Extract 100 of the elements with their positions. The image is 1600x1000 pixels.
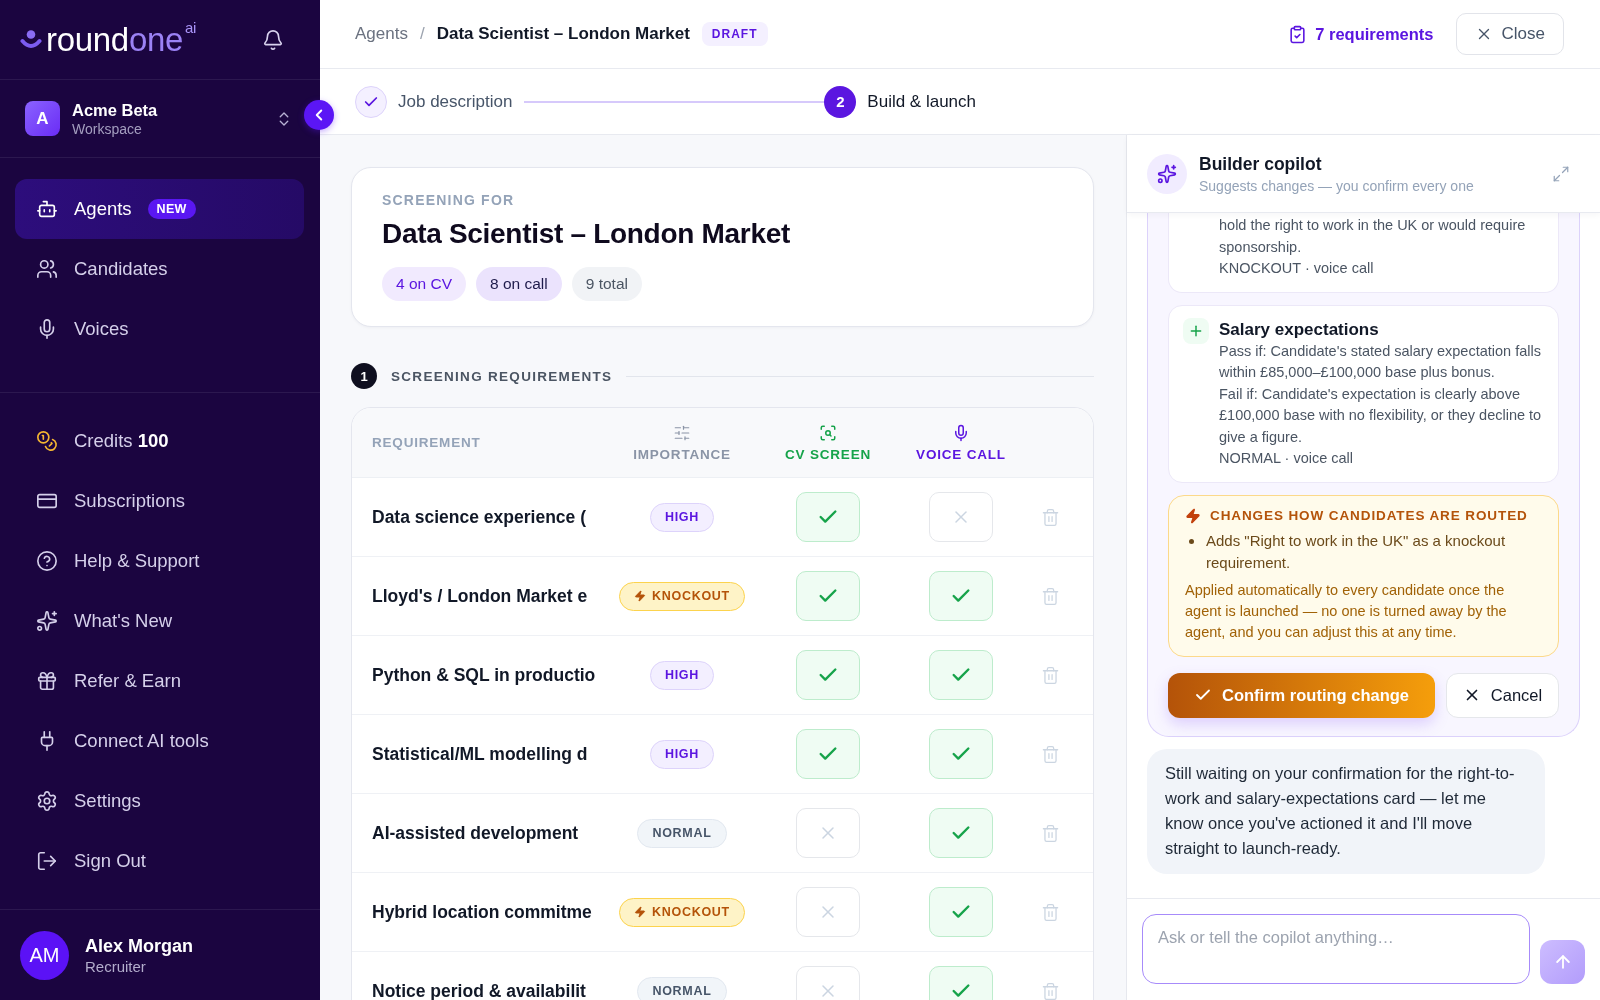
checkbox[interactable] <box>796 808 860 858</box>
column-header: VOICE CALL <box>916 446 1006 462</box>
section-title: SCREENING REQUIREMENTS <box>391 368 613 384</box>
requirement-name: Data science experience ( <box>372 506 587 528</box>
card-text: Fail if: Candidate's expectation is clearly above £100,000 base with no flexibility, or they decline to give a figure. <box>1219 384 1543 447</box>
close-button[interactable]: Close <box>1455 13 1564 55</box>
checkbox[interactable] <box>929 650 993 700</box>
notice-note: Applied automatically to every candidate once the agent is launched — no one is turned away by the agent, and you can adjust this at any time. <box>1185 580 1508 642</box>
user-name: Alex Morgan <box>85 935 194 957</box>
requirement-name: Python & SQL in productio <box>372 664 597 686</box>
bell-icon[interactable] <box>262 28 284 51</box>
trash-icon[interactable] <box>1041 981 1060 1000</box>
checkbox[interactable] <box>929 492 993 542</box>
importance-badge[interactable]: HIGH <box>649 502 715 532</box>
importance-badge[interactable]: NORMAL <box>637 818 727 848</box>
nav-item[interactable]: Sign Out <box>15 831 304 891</box>
importance-badge[interactable]: HIGH <box>649 660 715 690</box>
step-number[interactable]: 2 <box>824 85 857 118</box>
checkbox[interactable] <box>929 571 993 621</box>
logo-icon <box>20 29 42 50</box>
checkbox[interactable] <box>796 650 860 700</box>
workspace-label: Workspace <box>72 120 143 137</box>
count-chip: 4 on CV <box>382 267 466 301</box>
checkbox[interactable] <box>929 729 993 779</box>
scan-icon <box>819 423 837 442</box>
nav-item[interactable]: Voices <box>15 299 304 359</box>
column-header: CV SCREEN <box>785 446 871 462</box>
panel-subtitle: Suggests changes — you confirm every one <box>1199 177 1474 194</box>
help-icon <box>36 550 58 572</box>
checkbox[interactable] <box>796 492 860 542</box>
importance-badge[interactable]: KNOCKOUT <box>619 581 745 611</box>
bolt-icon <box>634 590 647 602</box>
panel-title: Builder copilot <box>1199 153 1323 175</box>
trash-icon[interactable] <box>1041 823 1060 843</box>
column-header: IMPORTANCE <box>633 446 731 462</box>
column-header: REQUIREMENT <box>372 435 482 450</box>
checkbox[interactable] <box>796 887 860 937</box>
settings-icon <box>36 790 58 812</box>
nav-item[interactable]: Connect AI tools <box>15 711 304 771</box>
requirement-name: Statistical/ML modelling d <box>372 743 589 765</box>
bolt-icon <box>634 906 647 918</box>
requirement-name: Notice period & availabilit <box>372 980 587 1000</box>
workspace-avatar: A <box>25 101 60 136</box>
section-number: 1 <box>351 363 377 389</box>
new-badge: NEW <box>147 199 196 219</box>
trash-icon[interactable] <box>1041 586 1060 606</box>
card-title: Salary expectations <box>1219 318 1380 341</box>
card-tag: NORMAL · voice call <box>1219 448 1544 470</box>
notice-title: CHANGES HOW CANDIDATES ARE ROUTED <box>1210 508 1528 523</box>
trash-icon[interactable] <box>1041 665 1060 685</box>
plus-icon <box>1183 317 1209 344</box>
requirement-name: AI-assisted development <box>372 822 580 844</box>
nav-item[interactable]: Subscriptions <box>15 471 304 531</box>
nav-item[interactable]: Help & Support <box>15 531 304 591</box>
checkbox[interactable] <box>929 808 993 858</box>
trash-icon[interactable] <box>1041 507 1060 527</box>
expand-icon[interactable] <box>1552 164 1570 183</box>
count-chip: 9 total <box>571 267 642 301</box>
card-text: Pass if: Candidate's stated salary expectation falls within £85,000–£100,000 base plus bonus. <box>1219 341 1542 382</box>
microphone-icon <box>952 423 970 442</box>
nav-item[interactable]: Refer & Earn <box>15 651 304 711</box>
breadcrumb-link[interactable]: Agents <box>355 24 408 44</box>
bullet-dot-icon <box>1189 538 1194 544</box>
gift-icon <box>36 670 58 692</box>
job-title: Data Scientist – London Market <box>382 217 791 251</box>
cancel-button[interactable]: Cancel <box>1446 672 1559 718</box>
breadcrumb-separator: / <box>419 24 425 44</box>
breadcrumb-current: Data Scientist – London Market <box>436 24 690 44</box>
step-label[interactable]: Job description <box>398 91 513 112</box>
trash-icon[interactable] <box>1041 744 1060 764</box>
workspace-name: Acme Beta <box>72 100 158 120</box>
checkbox[interactable] <box>929 887 993 937</box>
requirement-name: Hybrid location commitme <box>372 901 593 923</box>
requirements-link[interactable]: 7 requirements <box>1288 24 1434 44</box>
user-avatar[interactable]: AM <box>20 930 69 980</box>
card-tag: KNOCKOUT · voice call <box>1219 258 1544 280</box>
step-label[interactable]: Build & launch <box>867 91 977 112</box>
bolt-icon <box>1185 507 1201 524</box>
importance-badge[interactable]: HIGH <box>649 739 715 769</box>
trash-icon[interactable] <box>1041 902 1060 922</box>
nav-item[interactable]: What's New <box>15 591 304 651</box>
sliders-icon <box>673 423 691 442</box>
sparkles-icon <box>36 610 58 632</box>
checkbox[interactable] <box>796 571 860 621</box>
sparkle-icon <box>1147 153 1187 194</box>
sign-out-icon <box>36 850 58 872</box>
nav-item[interactable]: Candidates <box>15 239 304 299</box>
clipboard-check-icon <box>1288 24 1308 44</box>
checkbox[interactable] <box>796 729 860 779</box>
requirement-name: Lloyd's / London Market e <box>372 585 589 607</box>
nav-item[interactable]: Credits 100 <box>15 411 304 471</box>
count-chip: 8 on call <box>476 267 562 301</box>
nav-item[interactable]: Settings <box>15 771 304 831</box>
status-badge: DRAFT <box>701 22 768 46</box>
nav-item[interactable]: Agents NEW <box>15 179 304 239</box>
importance-badge[interactable]: NORMAL <box>637 976 727 1000</box>
message-input[interactable]: Ask or tell the copilot anything… <box>1142 914 1530 984</box>
check-circle-icon[interactable] <box>355 85 387 118</box>
user-role: Recruiter <box>85 957 147 975</box>
importance-badge[interactable]: KNOCKOUT <box>619 897 745 927</box>
